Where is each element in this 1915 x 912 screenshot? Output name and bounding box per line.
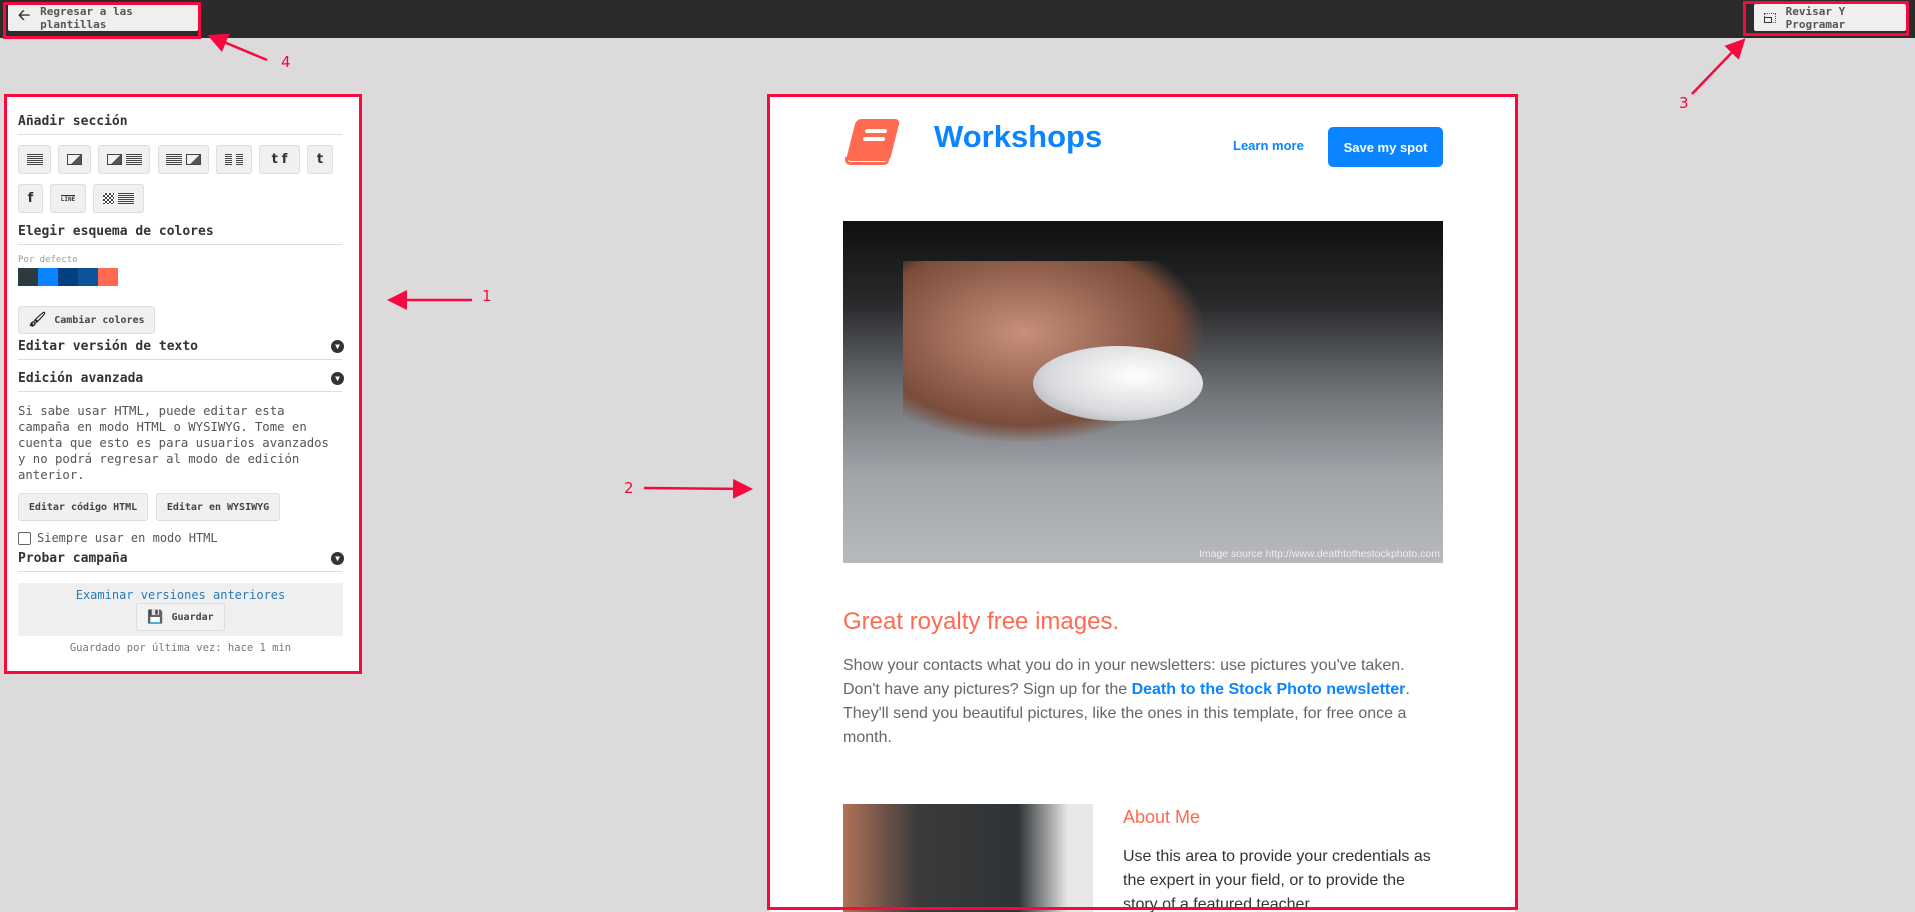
arrow-4 (207, 33, 268, 62)
arrow-3 (1691, 38, 1746, 95)
annotation-label-3: 3 (1679, 94, 1689, 112)
annotation-label-4: 4 (281, 53, 291, 71)
annotation-label-1: 1 (482, 287, 492, 305)
arrow-2 (643, 478, 753, 499)
annotation-arrows (207, 33, 1746, 499)
annotation-label-2: 2 (624, 479, 634, 497)
